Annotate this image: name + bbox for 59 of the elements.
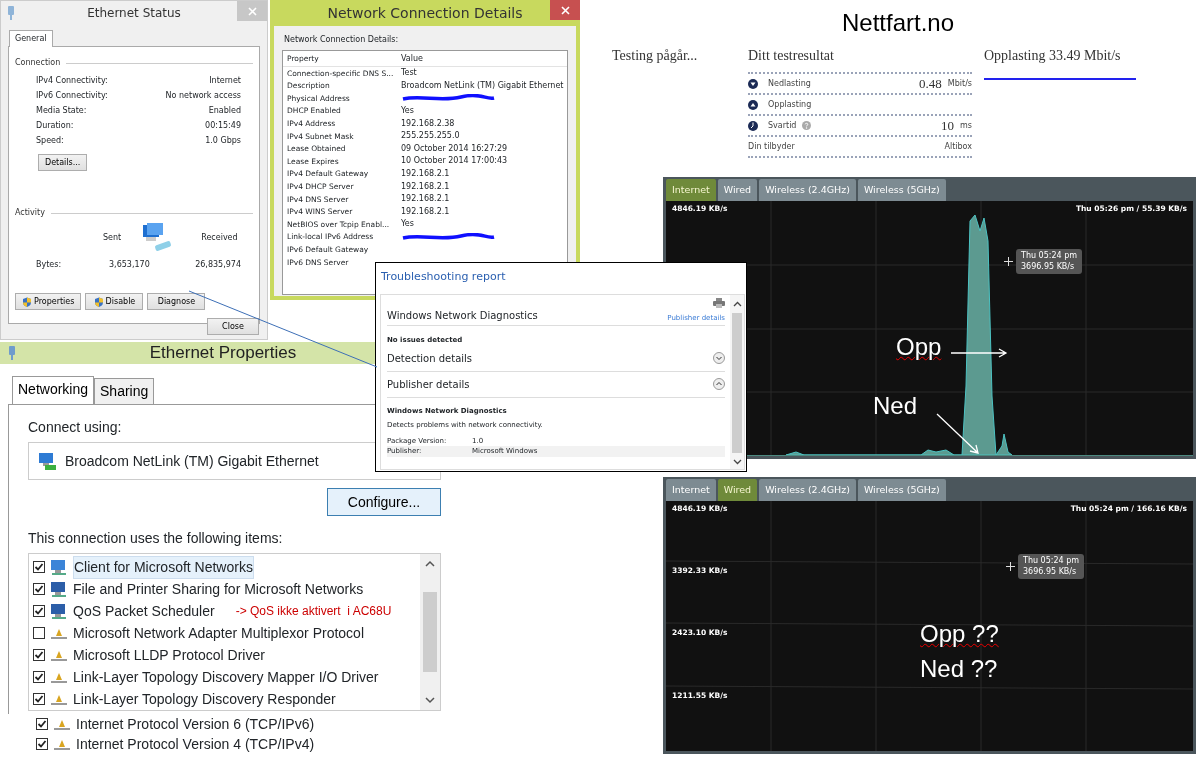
bytes-received: 26,835,974 <box>195 259 241 271</box>
progress-heading: Opplasting 33.49 Mbit/s <box>984 45 1136 80</box>
metric-value: 0.48 <box>919 74 942 93</box>
result-heading: Ditt testresultat <box>748 48 834 63</box>
metric-label: Svartid <box>768 119 797 132</box>
field-label: Media State: <box>36 104 87 117</box>
annotation-note: -> QoS ikke aktivert i AC68U <box>235 603 392 620</box>
field-label: IPv4 Connectivity: <box>36 74 108 87</box>
value-cell: 255.255.255.0 <box>401 130 460 143</box>
metric-label: Opplasting <box>768 98 812 111</box>
field-value: Enabled <box>208 104 241 117</box>
tooltip-line: Thu 05:24 pm <box>1021 251 1078 262</box>
window-title: Network Connection Details <box>327 3 523 23</box>
tooltip-line: 3696.95 KB/s <box>1021 261 1076 273</box>
metric-label: Nedlasting <box>768 77 811 90</box>
field-label: Duration: <box>36 119 74 132</box>
dialog-caption: Network Connection Details: <box>284 34 400 46</box>
bytes-label: Bytes: <box>36 259 63 271</box>
window-title: Ethernet Status <box>87 5 181 22</box>
field-value: 1.0 Gbps <box>205 134 241 147</box>
value-cell: Broadcom NetLink (TM) Gigabit Ethernet <box>401 79 564 92</box>
field-label: IPv6 Connectivity: <box>36 89 108 102</box>
bytes-sent: 3,653,170 <box>109 259 151 271</box>
annotation-text: Ned ?? <box>920 656 998 683</box>
value-cell: 09 October 2014 16:27:29 <box>401 142 508 155</box>
value-cell: 192.168.2.1 <box>401 193 450 206</box>
metric-unit: Mbit/s <box>947 77 972 90</box>
section-label: This connection uses the following items: <box>28 529 284 548</box>
value-cell: 192.168.2.38 <box>401 117 455 130</box>
field-value: No network access <box>165 89 241 102</box>
value-cell: Yes <box>401 218 414 231</box>
value-cell: 192.168.2.1 <box>401 205 450 218</box>
tooltip-line: 3696.95 KB/s <box>1023 566 1078 578</box>
status-text: Testing pågår... <box>612 48 698 63</box>
value-cell: 192.168.2.1 <box>401 180 450 193</box>
value-cell: Yes <box>401 105 414 118</box>
report-heading: Windows Network Diagnostics <box>387 309 538 323</box>
site-title: Nettfart.no <box>841 9 955 36</box>
metric-value: 10 <box>941 116 955 135</box>
field-value: Internet <box>209 74 241 87</box>
window-title: Ethernet Properties <box>149 342 297 365</box>
annotation-text: Opp ?? <box>920 621 999 648</box>
annotation-text: Opp <box>896 334 942 361</box>
metric-value: Altibox <box>944 140 972 153</box>
dialog-title: Troubleshooting report <box>381 269 506 285</box>
metric-unit: ms <box>960 119 972 132</box>
section-label: Connect using: <box>28 418 122 437</box>
sent-label: Sent <box>103 232 122 244</box>
section-heading: Activity <box>15 207 45 219</box>
field-value: 00:15:49 <box>205 119 241 132</box>
tooltip-line: Thu 05:24 pm <box>1023 556 1080 567</box>
section-heading: Connection <box>15 57 61 69</box>
metric-label: Din tilbyder <box>748 140 795 153</box>
value-cell: 192.168.2.1 <box>401 168 450 181</box>
annotation-text: Ned <box>873 393 918 420</box>
value-cell: 10 October 2014 17:00:43 <box>401 155 508 168</box>
field-label: Speed: <box>36 134 64 147</box>
received-label: Received <box>201 232 238 244</box>
value-cell: Test <box>401 67 417 80</box>
